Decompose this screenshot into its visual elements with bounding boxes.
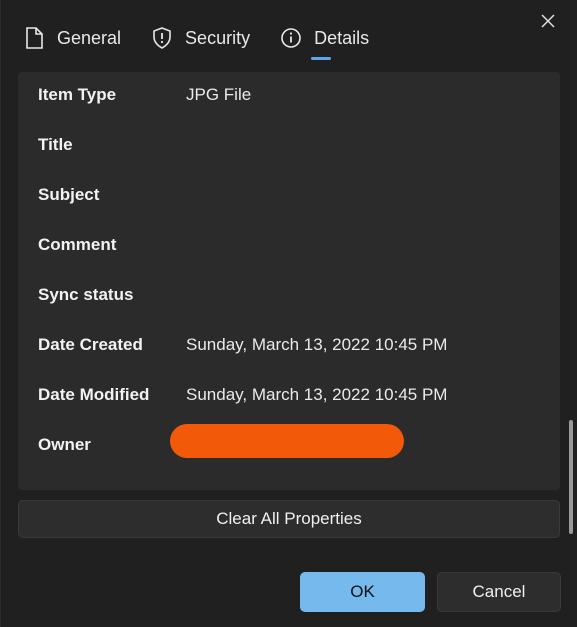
property-row: Date Modified Sunday, March 13, 2022 10:…	[38, 383, 447, 407]
cancel-button[interactable]: Cancel	[437, 572, 561, 612]
shield-icon	[151, 27, 173, 49]
close-icon	[541, 13, 555, 33]
property-name: Date Created	[38, 335, 143, 354]
property-row: Item Type JPG File	[38, 83, 251, 107]
tab-security-label: Security	[185, 27, 251, 48]
tab-security[interactable]: Security	[151, 20, 250, 56]
property-value[interactable]: Sunday, March 13, 2022 10:45 PM	[186, 385, 447, 405]
tab-general[interactable]: General	[23, 20, 121, 56]
scrollbar[interactable]	[569, 420, 573, 534]
property-row: Subject	[38, 183, 186, 207]
tab-general-label: General	[57, 27, 122, 48]
property-row: Owner	[38, 433, 186, 457]
property-row: Title	[38, 133, 186, 157]
property-value[interactable]: Sunday, March 13, 2022 10:45 PM	[186, 335, 447, 355]
ok-button[interactable]: OK	[300, 572, 425, 612]
close-button[interactable]	[537, 12, 559, 34]
property-name: Sync status	[38, 285, 134, 304]
property-row: Date Created Sunday, March 13, 2022 10:4…	[38, 333, 447, 357]
tab-bar: General Security Details	[23, 20, 399, 60]
tab-details-label: Details	[314, 27, 370, 48]
clear-all-properties-button[interactable]: Clear All Properties	[18, 500, 560, 538]
document-icon	[23, 27, 45, 49]
property-name: Comment	[38, 235, 117, 254]
property-name: Owner	[38, 435, 91, 454]
active-tab-indicator	[311, 57, 332, 60]
property-row: Comment	[38, 233, 186, 257]
tab-details[interactable]: Details	[280, 20, 370, 60]
property-name: Date Modified	[38, 385, 150, 404]
property-name: Item Type	[38, 85, 117, 104]
property-name: Title	[38, 135, 73, 154]
property-name: Subject	[38, 185, 100, 204]
properties-dialog: General Security Details Item Type JPG F…	[0, 0, 577, 627]
property-row: Sync status	[38, 283, 186, 307]
property-value[interactable]: JPG File	[186, 85, 251, 105]
info-icon	[280, 27, 302, 49]
owner-redaction-mark	[170, 424, 404, 458]
